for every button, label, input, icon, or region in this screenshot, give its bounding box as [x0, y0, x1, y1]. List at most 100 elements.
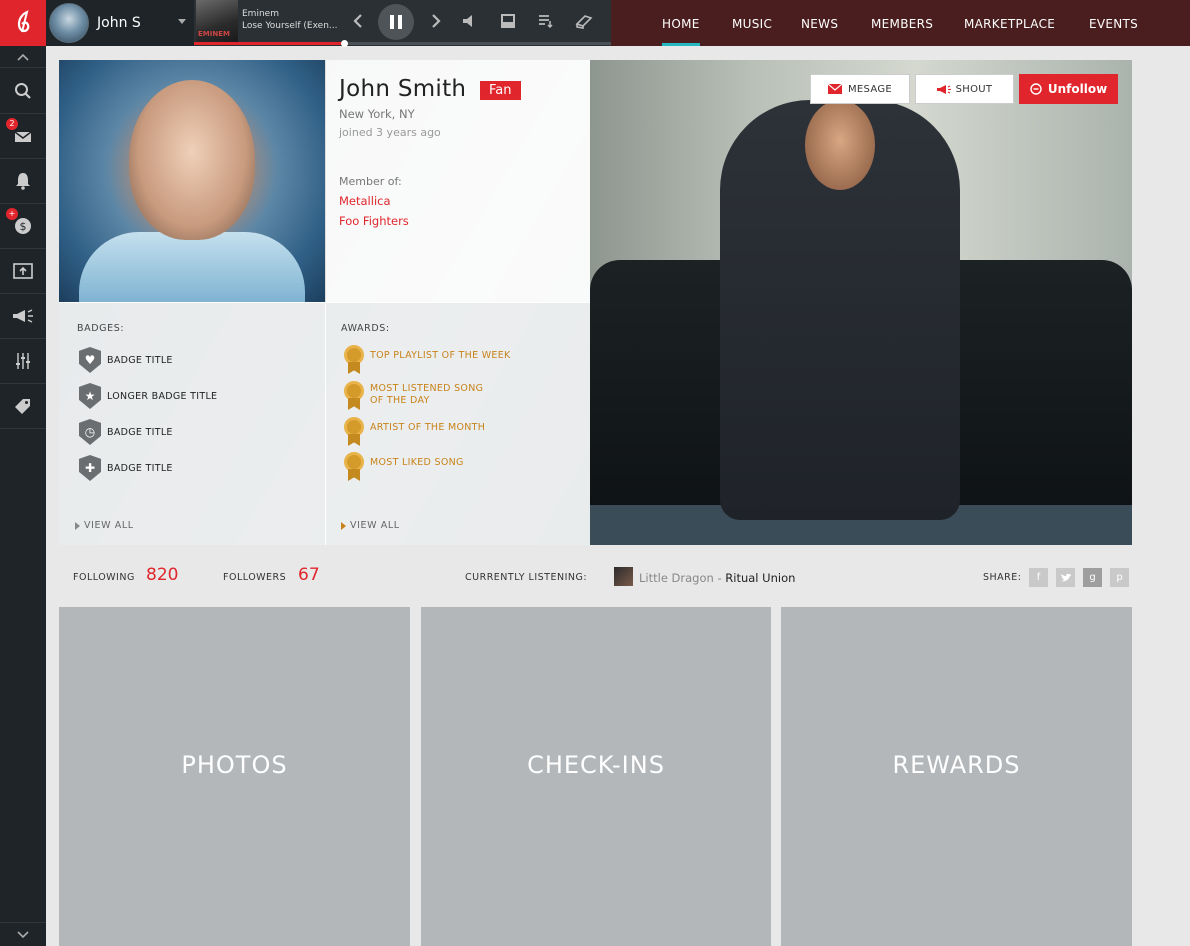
screen-icon [501, 14, 515, 28]
main-navigation: HOME MUSIC NEWS MEMBERS MARKETPLACE EVEN… [611, 0, 1190, 46]
track-progress-handle[interactable] [341, 40, 349, 47]
nav-home[interactable]: HOME [662, 0, 700, 46]
messages-count-badge: 2 [6, 118, 18, 130]
pause-icon [390, 15, 402, 29]
music-note-logo-icon [17, 10, 30, 33]
followers-count[interactable]: 67 [298, 565, 320, 585]
award-item[interactable]: MOST LIKED SONG [343, 452, 464, 482]
sidebar: 2 + $ [0, 46, 46, 946]
following-label: FOLLOWING [73, 572, 135, 583]
user-avatar[interactable] [49, 3, 89, 43]
pause-button[interactable] [378, 4, 414, 40]
now-listening[interactable]: Little Dragon - Ritual Union [639, 571, 795, 585]
cover-photo: MESAGE SHOUT Unfollow [590, 60, 1132, 545]
badge-item[interactable]: ◷ BADGE TITLE [79, 419, 173, 445]
sidebar-item-search[interactable] [0, 69, 46, 114]
googleplus-share-icon[interactable]: g [1083, 568, 1102, 587]
svg-text:$: $ [20, 220, 27, 233]
sidebar-collapse-up[interactable] [0, 46, 46, 68]
profile-stats-bar: FOLLOWING 820 FOLLOWERS 67 CURRENTLY LIS… [59, 560, 1132, 594]
sidebar-item-tags[interactable] [0, 384, 46, 429]
medal-icon [343, 381, 365, 411]
nav-news[interactable]: NEWS [801, 0, 838, 46]
group-link[interactable]: Foo Fighters [339, 214, 409, 228]
award-title: TOP PLAYLIST OF THE WEEK [370, 350, 511, 361]
sidebar-item-upload[interactable] [0, 249, 46, 294]
photos-tile[interactable]: PHOTOS [59, 607, 410, 946]
rewards-tile[interactable]: REWARDS [781, 607, 1132, 946]
user-menu-caret-icon[interactable] [178, 19, 186, 24]
sidebar-item-messages[interactable]: 2 [0, 114, 46, 159]
listening-artist-thumbnail[interactable] [614, 567, 633, 586]
track-title: Lose Yourself (Exen... [242, 21, 338, 31]
shout-label: SHOUT [955, 83, 993, 95]
nav-music[interactable]: MUSIC [732, 0, 772, 46]
group-link[interactable]: Metallica [339, 194, 391, 208]
following-count[interactable]: 820 [146, 565, 178, 585]
sidebar-item-shouts[interactable] [0, 294, 46, 339]
track-progress-bar[interactable] [194, 40, 611, 47]
awards-view-all-link[interactable]: VIEW ALL [341, 520, 400, 531]
volume-button[interactable] [457, 8, 483, 34]
badge-item[interactable]: ♥ BADGE TITLE [79, 347, 173, 373]
sliders-icon [16, 353, 30, 369]
dollar-coin-icon: $ [15, 218, 31, 234]
award-item[interactable]: TOP PLAYLIST OF THE WEEK [343, 345, 511, 375]
top-bar: John S EMINEM Eminem Lose Yourself (Exen… [0, 0, 1190, 47]
nav-marketplace[interactable]: MARKETPLACE [964, 0, 1055, 46]
shout-button[interactable]: SHOUT [915, 74, 1014, 104]
album-tag: EMINEM [198, 30, 230, 38]
pinterest-share-icon[interactable]: p [1110, 568, 1129, 587]
playlist-icon [539, 15, 553, 28]
message-button[interactable]: MESAGE [810, 74, 910, 104]
user-name[interactable]: John S [97, 15, 141, 31]
offers-badge: + [6, 208, 18, 220]
chevron-left-icon [353, 14, 362, 28]
medal-icon [343, 345, 365, 375]
followers-label: FOLLOWERS [223, 572, 287, 583]
profile-joined: joined 3 years ago [339, 126, 441, 139]
profile-photo[interactable] [59, 60, 325, 302]
previous-button[interactable] [345, 8, 371, 34]
sidebar-collapse-down[interactable] [0, 922, 46, 946]
album-art[interactable]: EMINEM [196, 0, 238, 42]
checkins-tile[interactable]: CHECK-INS [421, 607, 771, 946]
next-button[interactable] [423, 8, 449, 34]
tile-label: PHOTOS [181, 750, 288, 779]
role-badge: Fan [480, 81, 521, 100]
vinyl-button[interactable] [571, 8, 597, 34]
playlist-button[interactable] [533, 8, 559, 34]
triangle-right-icon [341, 521, 346, 530]
badges-view-all-link[interactable]: VIEW ALL [75, 520, 134, 531]
sidebar-item-equalizer[interactable] [0, 339, 46, 384]
badge-title: LONGER BADGE TITLE [107, 390, 218, 402]
app-logo[interactable] [0, 0, 46, 46]
award-item[interactable]: MOST LISTENED SONG OF THE DAY [343, 381, 483, 411]
facebook-share-icon[interactable]: f [1029, 568, 1048, 587]
awards-panel: AWARDS: TOP PLAYLIST OF THE WEEK MOST LI… [325, 302, 590, 545]
user-menu[interactable]: John S [46, 0, 194, 46]
bird-icon [1060, 573, 1071, 581]
clock-badge-icon: ◷ [79, 419, 101, 445]
badge-item[interactable]: ✚ BADGE TITLE [79, 455, 173, 481]
miniplayer-button[interactable] [495, 8, 521, 34]
unfollow-button[interactable]: Unfollow [1019, 74, 1118, 104]
profile-location: New York, NY [339, 107, 415, 121]
listening-artist: Little Dragon [639, 571, 714, 585]
upload-icon [13, 263, 33, 279]
minus-circle-icon [1030, 83, 1042, 95]
profile-card: John Smith Fan New York, NY joined 3 yea… [59, 60, 1132, 545]
sidebar-item-offers[interactable]: + $ [0, 204, 46, 249]
sidebar-item-notifications[interactable] [0, 159, 46, 204]
nav-members[interactable]: MEMBERS [871, 0, 933, 46]
badge-item[interactable]: ★ LONGER BADGE TITLE [79, 383, 217, 409]
award-item[interactable]: ARTIST OF THE MONTH [343, 417, 485, 447]
track-artist: Eminem [242, 9, 279, 19]
profile-photo-shirt [79, 232, 305, 302]
nav-events[interactable]: EVENTS [1089, 0, 1138, 46]
profile-info: John Smith Fan New York, NY joined 3 yea… [325, 60, 590, 302]
awards-label: AWARDS: [341, 323, 390, 334]
megaphone-icon [13, 309, 33, 323]
volume-icon [463, 15, 472, 27]
twitter-share-icon[interactable] [1056, 568, 1075, 587]
